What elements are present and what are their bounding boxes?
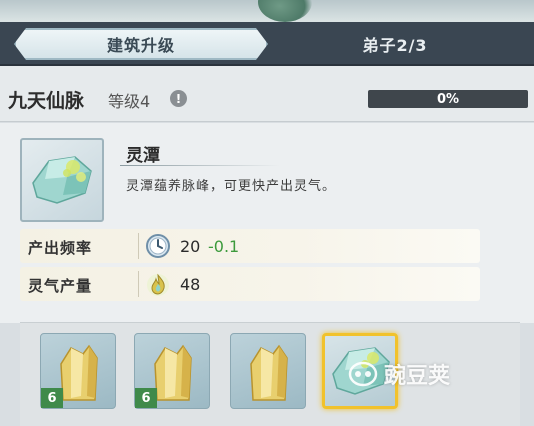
stat-value: 20 <box>180 237 201 256</box>
watermark-text: 豌豆荚 <box>384 364 451 389</box>
tab-label: 弟子2/3 <box>362 36 428 55</box>
app-watermark: 豌豆荚 <box>348 358 450 390</box>
gold-ore-icon <box>250 344 288 401</box>
material-slot[interactable]: 6 <box>134 333 210 409</box>
stat-delta: -0.1 <box>208 237 240 256</box>
scenery-leaf-decoration <box>258 0 312 22</box>
clock-icon <box>144 232 172 260</box>
stat-label: 灵气产量 <box>28 277 93 295</box>
material-slot[interactable]: 6 <box>40 333 116 409</box>
material-slot[interactable] <box>230 333 306 409</box>
info-icon[interactable]: ! <box>170 90 187 107</box>
building-title: 九天仙脉 <box>8 90 85 112</box>
item-count-badge: 6 <box>135 388 157 408</box>
stat-label: 产出频率 <box>28 239 93 257</box>
stat-row-spirit-output: 灵气产量 48 <box>20 267 480 301</box>
building-header: 九天仙脉 等级4 ! 0% <box>0 66 534 122</box>
stat-divider <box>138 271 139 297</box>
stat-value: 48 <box>180 275 201 294</box>
progress-text: 0% <box>436 91 460 107</box>
stat-divider <box>138 233 139 259</box>
building-description: 灵潭蕴养脉峰，可更快产出灵气。 <box>126 179 337 194</box>
building-detail-panel: 灵潭 灵潭蕴养脉峰，可更快产出灵气。 产出频率 20 -0.1 灵气产量 48 <box>0 123 534 323</box>
spirit-pool-crystal-icon[interactable] <box>20 138 104 222</box>
item-count-badge: 6 <box>41 388 63 408</box>
tab-label: 建筑升级 <box>106 36 175 55</box>
tab-building-upgrade[interactable]: 建筑升级 <box>14 28 268 60</box>
spirit-flame-icon <box>144 270 172 298</box>
stat-row-output-frequency: 产出频率 20 -0.1 <box>20 229 480 263</box>
tab-disciples[interactable]: 弟子2/3 <box>270 28 520 60</box>
name-divider <box>120 165 280 166</box>
pea-logo-icon <box>348 361 378 387</box>
building-name: 灵潭 <box>126 146 160 166</box>
tab-bar: 建筑升级 弟子2/3 <box>0 22 534 66</box>
upgrade-progress-bar: 0% <box>368 90 528 108</box>
building-level: 等级4 <box>108 92 151 111</box>
